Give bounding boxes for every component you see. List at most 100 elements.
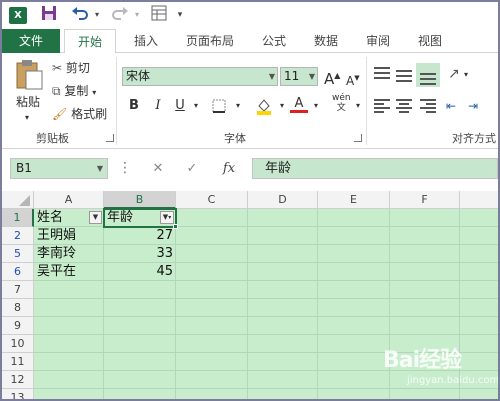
ribbon-home: 粘贴 ▾ ✂ 剪切 ⧉ 复制 ▾ 🖌 格式刷 剪贴板 宋体 ▼ 11 ▼ A▲ … <box>2 53 498 149</box>
copy-button[interactable]: ⧉ 复制 ▾ <box>52 82 96 102</box>
align-middle-icon[interactable] <box>396 67 412 83</box>
row-header-6[interactable]: 6 <box>2 263 34 281</box>
row-header-9[interactable]: 9 <box>2 317 34 335</box>
align-top-icon[interactable] <box>374 67 390 83</box>
form-icon[interactable] <box>150 5 168 25</box>
font-launcher-icon[interactable] <box>354 134 362 142</box>
column-header-d[interactable]: D <box>248 191 318 209</box>
column-header-e[interactable]: E <box>318 191 390 209</box>
group-separator <box>116 57 117 145</box>
format-painter-button[interactable]: 🖌 格式刷 <box>52 105 107 123</box>
redo-icon[interactable] <box>110 5 130 25</box>
column-header-c[interactable]: C <box>176 191 248 209</box>
row-header-13[interactable]: 13 <box>2 389 34 399</box>
excel-window: X ▾ ▾ ▾ 文件 开始 插入 页面布局 公式 数据 审阅 视图 粘贴 ▾ ✂… <box>0 0 500 401</box>
paste-icon[interactable] <box>14 59 44 91</box>
cut-button[interactable]: ✂ 剪切 <box>52 59 90 77</box>
undo-dropdown-icon[interactable]: ▾ <box>92 5 102 25</box>
select-all-corner[interactable] <box>2 191 34 209</box>
bold-button[interactable]: B <box>126 96 142 116</box>
undo-icon[interactable] <box>70 5 90 25</box>
orientation-icon[interactable]: ↗ <box>448 65 460 83</box>
cell-a2[interactable]: 王明娟 <box>34 227 104 245</box>
italic-button[interactable]: I <box>150 96 166 116</box>
row-header-8[interactable]: 8 <box>2 299 34 317</box>
phonetic-dropdown-icon[interactable]: ▾ <box>350 96 366 116</box>
tab-page-layout[interactable]: 页面布局 <box>178 29 242 53</box>
active-cell-border <box>103 208 177 228</box>
borders-icon[interactable] <box>208 96 230 116</box>
column-header-f[interactable]: F <box>390 191 460 209</box>
tab-home[interactable]: 开始 <box>64 29 116 54</box>
cancel-icon[interactable]: ✕ <box>148 158 168 179</box>
font-name-combobox[interactable]: 宋体 ▼ <box>122 67 278 86</box>
insert-function-icon[interactable]: fx <box>218 158 240 179</box>
tab-data[interactable]: 数据 <box>304 29 348 53</box>
customize-toolbar-icon[interactable]: ▾ <box>174 5 186 25</box>
ribbon-tabs: 文件 开始 插入 页面布局 公式 数据 审阅 视图 <box>2 29 498 54</box>
cell-b2[interactable]: 27 <box>104 227 176 245</box>
tab-view[interactable]: 视图 <box>408 29 452 53</box>
underline-dropdown-icon[interactable]: ▾ <box>188 96 204 116</box>
underline-button[interactable]: U <box>172 96 188 116</box>
align-bottom-button[interactable] <box>416 63 440 87</box>
font-group-label: 字体 <box>224 132 246 145</box>
tab-formulas[interactable]: 公式 <box>252 29 296 53</box>
phonetic-guide-button[interactable]: wén 文 <box>332 93 351 113</box>
align-right-icon[interactable] <box>420 99 436 113</box>
font-name-dropdown-icon[interactable]: ▼ <box>269 68 275 85</box>
column-header-b[interactable]: B <box>104 191 176 209</box>
row-header-11[interactable]: 11 <box>2 353 34 371</box>
grid-line <box>34 316 498 317</box>
enter-icon[interactable]: ✓ <box>182 158 202 179</box>
cell-a6[interactable]: 吴平在 <box>34 263 104 281</box>
font-size-dropdown-icon[interactable]: ▼ <box>309 68 315 85</box>
tab-review[interactable]: 审阅 <box>356 29 400 53</box>
fill-handle[interactable] <box>173 224 178 229</box>
orientation-dropdown-icon[interactable]: ▾ <box>464 66 468 84</box>
brush-icon: 🖌 <box>52 107 68 121</box>
align-left-icon[interactable] <box>374 99 390 113</box>
grid-line <box>34 298 498 299</box>
font-size-combobox[interactable]: 11 ▼ <box>280 67 318 86</box>
cell-a1[interactable]: 姓名 <box>34 209 90 227</box>
scissors-icon: ✂ <box>52 61 63 75</box>
increase-indent-icon[interactable]: ⇥ <box>468 97 478 115</box>
redo-dropdown-icon[interactable]: ▾ <box>132 5 142 25</box>
excel-app-icon[interactable]: X <box>9 7 27 24</box>
cell-b5[interactable]: 33 <box>104 245 176 263</box>
formula-input[interactable]: 年龄 <box>252 158 498 179</box>
quick-access-toolbar: X ▾ ▾ ▾ <box>2 2 498 29</box>
borders-dropdown-icon[interactable]: ▾ <box>230 96 246 116</box>
row-header-5[interactable]: 5 <box>2 245 34 263</box>
shrink-font-button[interactable]: A▼ <box>346 69 360 90</box>
row-header-2[interactable]: 2 <box>2 227 34 245</box>
align-center-icon[interactable] <box>396 99 412 113</box>
copy-dropdown-icon[interactable]: ▾ <box>92 88 96 97</box>
cell-b6[interactable]: 45 <box>104 263 176 281</box>
formula-bar: B1 ▼ ⋮ ✕ ✓ fx 年龄 <box>2 149 498 187</box>
filter-dropdown-icon[interactable]: ▼ <box>89 211 102 224</box>
tab-file[interactable]: 文件 <box>2 29 60 53</box>
tab-insert[interactable]: 插入 <box>124 29 168 53</box>
row-header-7[interactable]: 7 <box>2 281 34 299</box>
fill-color-icon[interactable] <box>254 96 274 116</box>
cell-a5[interactable]: 李南玲 <box>34 245 104 263</box>
save-icon[interactable] <box>40 5 58 25</box>
font-color-button[interactable]: A <box>290 96 308 116</box>
column-header-g[interactable] <box>460 191 498 209</box>
paste-dropdown-icon[interactable]: ▾ <box>25 109 29 127</box>
name-box[interactable]: B1 ▼ <box>10 158 108 179</box>
clipboard-group-label: 剪贴板 <box>36 132 69 145</box>
column-header-a[interactable]: A <box>34 191 104 209</box>
decrease-indent-icon[interactable]: ⇤ <box>446 97 456 115</box>
row-header-1[interactable]: 1 <box>2 209 34 227</box>
name-box-dropdown-icon[interactable]: ▼ <box>97 159 103 178</box>
fill-color-dropdown-icon[interactable]: ▾ <box>274 96 290 116</box>
row-header-10[interactable]: 10 <box>2 335 34 353</box>
row-header-12[interactable]: 12 <box>2 371 34 389</box>
grid-line <box>34 388 498 389</box>
grow-font-button[interactable]: A▲ <box>324 67 340 88</box>
font-color-dropdown-icon[interactable]: ▾ <box>308 96 324 116</box>
clipboard-launcher-icon[interactable] <box>106 134 114 142</box>
